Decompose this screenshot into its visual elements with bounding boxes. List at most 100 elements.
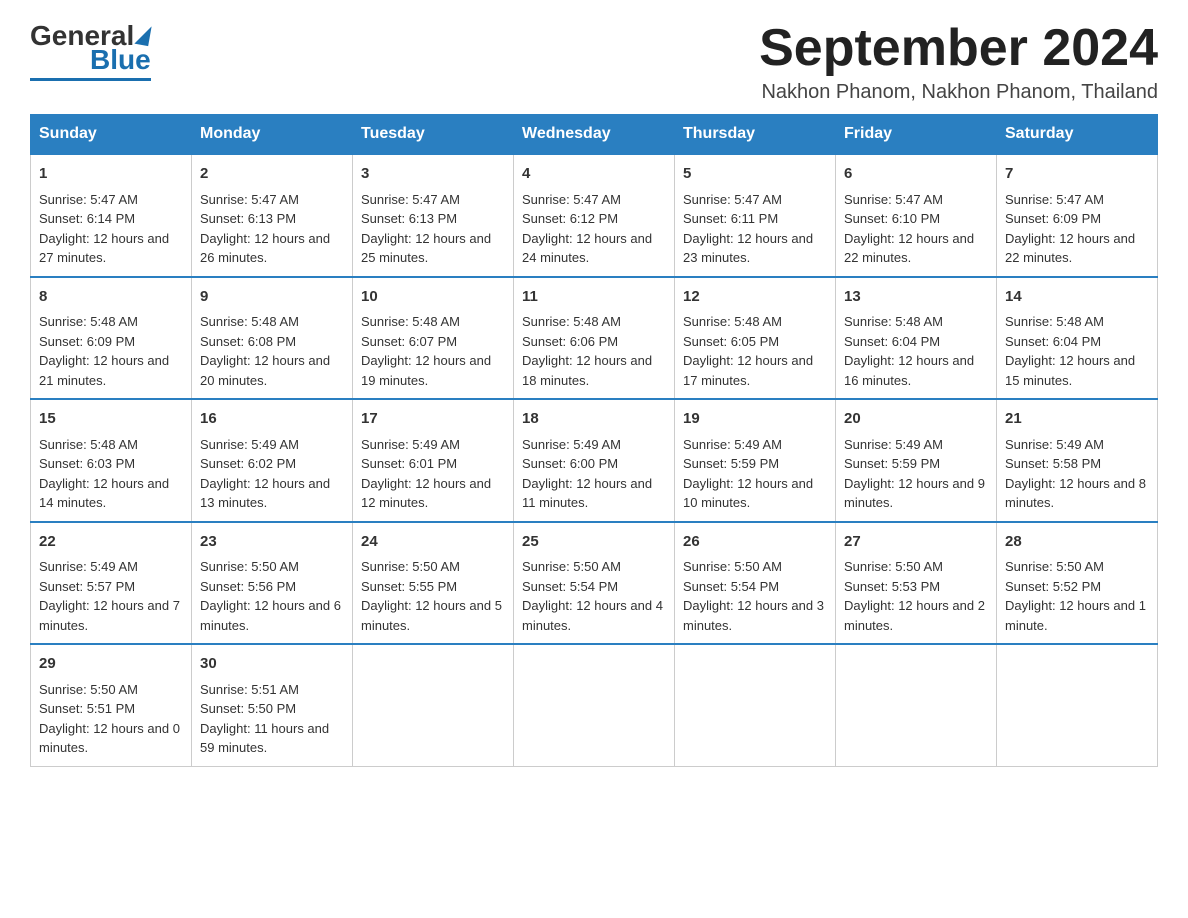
daylight-duration: Daylight: 12 hours and 18 minutes. bbox=[522, 351, 666, 390]
sunset-time: Sunset: 6:04 PM bbox=[1005, 332, 1149, 352]
sunset-time: Sunset: 5:54 PM bbox=[522, 577, 666, 597]
sunrise-time: Sunrise: 5:48 AM bbox=[200, 312, 344, 332]
daylight-duration: Daylight: 12 hours and 15 minutes. bbox=[1005, 351, 1149, 390]
month-title: September 2024 bbox=[759, 20, 1158, 77]
calendar-cell bbox=[514, 644, 675, 766]
daylight-duration: Daylight: 12 hours and 7 minutes. bbox=[39, 596, 183, 635]
sunrise-time: Sunrise: 5:47 AM bbox=[683, 190, 827, 210]
day-number: 25 bbox=[522, 531, 666, 554]
calendar-cell: 11Sunrise: 5:48 AMSunset: 6:06 PMDayligh… bbox=[514, 277, 675, 400]
sunrise-time: Sunrise: 5:50 AM bbox=[844, 557, 988, 577]
calendar-cell: 16Sunrise: 5:49 AMSunset: 6:02 PMDayligh… bbox=[192, 399, 353, 522]
calendar-cell: 4Sunrise: 5:47 AMSunset: 6:12 PMDaylight… bbox=[514, 154, 675, 277]
day-number: 5 bbox=[683, 163, 827, 186]
calendar-cell: 6Sunrise: 5:47 AMSunset: 6:10 PMDaylight… bbox=[836, 154, 997, 277]
sunrise-time: Sunrise: 5:50 AM bbox=[1005, 557, 1149, 577]
logo-underline bbox=[30, 78, 151, 81]
daylight-duration: Daylight: 12 hours and 25 minutes. bbox=[361, 229, 505, 268]
sunrise-time: Sunrise: 5:50 AM bbox=[361, 557, 505, 577]
logo-triangle-icon bbox=[135, 24, 152, 46]
calendar-cell: 19Sunrise: 5:49 AMSunset: 5:59 PMDayligh… bbox=[675, 399, 836, 522]
daylight-duration: Daylight: 11 hours and 59 minutes. bbox=[200, 719, 344, 758]
day-number: 21 bbox=[1005, 408, 1149, 431]
sunset-time: Sunset: 6:09 PM bbox=[1005, 209, 1149, 229]
sunrise-time: Sunrise: 5:47 AM bbox=[361, 190, 505, 210]
calendar-header-friday: Friday bbox=[836, 115, 997, 155]
sunrise-time: Sunrise: 5:50 AM bbox=[683, 557, 827, 577]
calendar-cell: 18Sunrise: 5:49 AMSunset: 6:00 PMDayligh… bbox=[514, 399, 675, 522]
calendar-cell: 15Sunrise: 5:48 AMSunset: 6:03 PMDayligh… bbox=[31, 399, 192, 522]
sunset-time: Sunset: 6:14 PM bbox=[39, 209, 183, 229]
calendar-cell: 24Sunrise: 5:50 AMSunset: 5:55 PMDayligh… bbox=[353, 522, 514, 645]
calendar-cell: 5Sunrise: 5:47 AMSunset: 6:11 PMDaylight… bbox=[675, 154, 836, 277]
daylight-duration: Daylight: 12 hours and 6 minutes. bbox=[200, 596, 344, 635]
sunset-time: Sunset: 6:12 PM bbox=[522, 209, 666, 229]
calendar-cell bbox=[997, 644, 1158, 766]
daylight-duration: Daylight: 12 hours and 13 minutes. bbox=[200, 474, 344, 513]
sunrise-time: Sunrise: 5:48 AM bbox=[39, 435, 183, 455]
calendar-week-1: 1Sunrise: 5:47 AMSunset: 6:14 PMDaylight… bbox=[31, 154, 1158, 277]
logo-blue: Blue bbox=[90, 44, 151, 76]
page-header: General Blue September 2024 Nakhon Phano… bbox=[30, 20, 1158, 104]
sunrise-time: Sunrise: 5:48 AM bbox=[683, 312, 827, 332]
calendar-cell: 1Sunrise: 5:47 AMSunset: 6:14 PMDaylight… bbox=[31, 154, 192, 277]
calendar-cell: 22Sunrise: 5:49 AMSunset: 5:57 PMDayligh… bbox=[31, 522, 192, 645]
sunset-time: Sunset: 5:55 PM bbox=[361, 577, 505, 597]
daylight-duration: Daylight: 12 hours and 12 minutes. bbox=[361, 474, 505, 513]
daylight-duration: Daylight: 12 hours and 8 minutes. bbox=[1005, 474, 1149, 513]
day-number: 18 bbox=[522, 408, 666, 431]
calendar-table: SundayMondayTuesdayWednesdayThursdayFrid… bbox=[30, 114, 1158, 767]
calendar-cell bbox=[353, 644, 514, 766]
day-number: 4 bbox=[522, 163, 666, 186]
sunset-time: Sunset: 6:01 PM bbox=[361, 454, 505, 474]
calendar-cell: 12Sunrise: 5:48 AMSunset: 6:05 PMDayligh… bbox=[675, 277, 836, 400]
daylight-duration: Daylight: 12 hours and 27 minutes. bbox=[39, 229, 183, 268]
day-number: 19 bbox=[683, 408, 827, 431]
sunset-time: Sunset: 6:11 PM bbox=[683, 209, 827, 229]
calendar-cell: 27Sunrise: 5:50 AMSunset: 5:53 PMDayligh… bbox=[836, 522, 997, 645]
calendar-header-row: SundayMondayTuesdayWednesdayThursdayFrid… bbox=[31, 115, 1158, 155]
day-number: 30 bbox=[200, 653, 344, 676]
day-number: 13 bbox=[844, 286, 988, 309]
sunset-time: Sunset: 6:03 PM bbox=[39, 454, 183, 474]
sunrise-time: Sunrise: 5:49 AM bbox=[844, 435, 988, 455]
day-number: 29 bbox=[39, 653, 183, 676]
daylight-duration: Daylight: 12 hours and 2 minutes. bbox=[844, 596, 988, 635]
calendar-header-thursday: Thursday bbox=[675, 115, 836, 155]
sunrise-time: Sunrise: 5:48 AM bbox=[522, 312, 666, 332]
sunset-time: Sunset: 5:56 PM bbox=[200, 577, 344, 597]
calendar-cell: 2Sunrise: 5:47 AMSunset: 6:13 PMDaylight… bbox=[192, 154, 353, 277]
sunset-time: Sunset: 6:13 PM bbox=[361, 209, 505, 229]
sunset-time: Sunset: 6:13 PM bbox=[200, 209, 344, 229]
logo: General Blue bbox=[30, 20, 151, 81]
day-number: 7 bbox=[1005, 163, 1149, 186]
calendar-cell: 30Sunrise: 5:51 AMSunset: 5:50 PMDayligh… bbox=[192, 644, 353, 766]
sunset-time: Sunset: 5:57 PM bbox=[39, 577, 183, 597]
calendar-cell: 20Sunrise: 5:49 AMSunset: 5:59 PMDayligh… bbox=[836, 399, 997, 522]
day-number: 26 bbox=[683, 531, 827, 554]
calendar-week-2: 8Sunrise: 5:48 AMSunset: 6:09 PMDaylight… bbox=[31, 277, 1158, 400]
calendar-week-5: 29Sunrise: 5:50 AMSunset: 5:51 PMDayligh… bbox=[31, 644, 1158, 766]
sunrise-time: Sunrise: 5:49 AM bbox=[200, 435, 344, 455]
sunrise-time: Sunrise: 5:49 AM bbox=[522, 435, 666, 455]
sunrise-time: Sunrise: 5:47 AM bbox=[522, 190, 666, 210]
sunset-time: Sunset: 5:59 PM bbox=[844, 454, 988, 474]
daylight-duration: Daylight: 12 hours and 26 minutes. bbox=[200, 229, 344, 268]
calendar-cell: 21Sunrise: 5:49 AMSunset: 5:58 PMDayligh… bbox=[997, 399, 1158, 522]
title-section: September 2024 Nakhon Phanom, Nakhon Pha… bbox=[759, 20, 1158, 104]
calendar-cell: 7Sunrise: 5:47 AMSunset: 6:09 PMDaylight… bbox=[997, 154, 1158, 277]
day-number: 28 bbox=[1005, 531, 1149, 554]
calendar-cell: 23Sunrise: 5:50 AMSunset: 5:56 PMDayligh… bbox=[192, 522, 353, 645]
sunrise-time: Sunrise: 5:49 AM bbox=[1005, 435, 1149, 455]
sunrise-time: Sunrise: 5:47 AM bbox=[844, 190, 988, 210]
daylight-duration: Daylight: 12 hours and 11 minutes. bbox=[522, 474, 666, 513]
day-number: 9 bbox=[200, 286, 344, 309]
calendar-cell: 13Sunrise: 5:48 AMSunset: 6:04 PMDayligh… bbox=[836, 277, 997, 400]
calendar-cell bbox=[675, 644, 836, 766]
daylight-duration: Daylight: 12 hours and 5 minutes. bbox=[361, 596, 505, 635]
sunrise-time: Sunrise: 5:50 AM bbox=[39, 680, 183, 700]
daylight-duration: Daylight: 12 hours and 14 minutes. bbox=[39, 474, 183, 513]
daylight-duration: Daylight: 12 hours and 1 minute. bbox=[1005, 596, 1149, 635]
day-number: 17 bbox=[361, 408, 505, 431]
sunrise-time: Sunrise: 5:48 AM bbox=[844, 312, 988, 332]
